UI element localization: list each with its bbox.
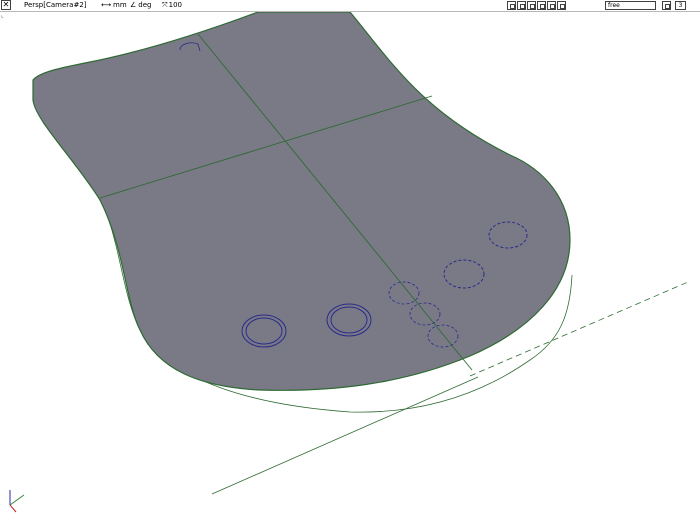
angle-unit[interactable]: ∠ deg bbox=[130, 0, 151, 11]
undo-view-icon[interactable] bbox=[507, 1, 516, 10]
scale-icon: ⤧ bbox=[162, 1, 168, 9]
viewport-title[interactable]: Persp[Camera#2] bbox=[24, 0, 87, 11]
count-field[interactable]: 3 bbox=[675, 1, 686, 10]
move-icon[interactable] bbox=[557, 1, 566, 10]
zoom-window-icon[interactable] bbox=[537, 1, 546, 10]
viewport-canvas[interactable] bbox=[0, 12, 700, 518]
fit-icon[interactable] bbox=[547, 1, 556, 10]
viewport-toolbar: ✕ Persp[Camera#2] ⟷ mm ∠ deg ⤧ 100 free … bbox=[0, 0, 700, 12]
angle-icon: ∠ bbox=[130, 1, 137, 9]
surface bbox=[32, 12, 571, 391]
scale-setting[interactable]: ⤧ 100 bbox=[162, 0, 182, 11]
unit-icon: ⟷ bbox=[101, 1, 112, 9]
zoom-icon[interactable] bbox=[527, 1, 536, 10]
close-icon[interactable]: ✕ bbox=[1, 0, 11, 10]
axis-triad-icon bbox=[9, 490, 25, 513]
layer-icon[interactable] bbox=[662, 1, 671, 10]
mode-field[interactable]: free bbox=[605, 1, 656, 10]
print-icon[interactable] bbox=[517, 1, 526, 10]
length-unit[interactable]: ⟷ mm bbox=[101, 0, 127, 11]
guide-line-lower bbox=[211, 376, 479, 495]
